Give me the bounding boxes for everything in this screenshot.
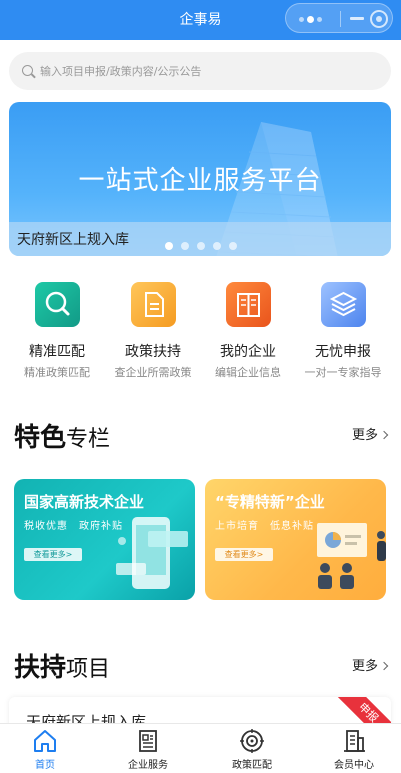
tab-label: 会员中心 xyxy=(334,760,374,771)
featured-more-link[interactable]: 更多 xyxy=(351,424,389,443)
bottom-tab-bar: 首页 企业服务 政策匹配 会员中心 xyxy=(0,723,401,773)
feature-card-specialized[interactable]: “专精特新”企业 上市培育 低息补贴 查看更多> xyxy=(205,479,386,600)
banner-headline: 一站式企业服务平台 xyxy=(78,166,322,196)
tab-label: 企业服务 xyxy=(128,760,168,771)
close-circle-icon[interactable] xyxy=(370,10,388,28)
projects-section-title: 扶持项目 xyxy=(14,647,110,684)
newspaper-icon xyxy=(135,728,161,754)
quick-menu-label: 政策扶持 xyxy=(125,344,181,360)
chevron-right-icon xyxy=(379,430,389,440)
featured-title-rest: 专栏 xyxy=(66,427,111,452)
featured-section-title: 特色专栏 xyxy=(14,417,110,454)
chevron-right-icon xyxy=(379,661,389,671)
feature-card-title: “专精特新”企业 xyxy=(215,493,325,511)
feature-card-title: 国家高新技术企业 xyxy=(24,493,145,511)
search-bar[interactable] xyxy=(9,52,391,90)
minimize-icon[interactable] xyxy=(350,17,364,20)
search-icon xyxy=(22,65,33,76)
tab-enterprise-service[interactable]: 企业服务 xyxy=(98,728,198,771)
quick-menu-sublabel: 查企业所需政策 xyxy=(114,366,192,379)
tab-home[interactable]: 首页 xyxy=(0,728,95,771)
carousel-dot[interactable] xyxy=(165,242,173,250)
projects-title-bold: 扶持 xyxy=(14,653,67,683)
tab-label: 政策匹配 xyxy=(232,760,272,771)
quick-menu-label: 无忧申报 xyxy=(315,344,371,360)
carousel-indicator xyxy=(165,235,245,250)
quick-menu-sublabel: 一对一专家指导 xyxy=(304,366,382,379)
more-label: 更多 xyxy=(351,659,378,674)
search-icon xyxy=(34,282,80,327)
feature-card-subtitle: 上市培育 低息补贴 xyxy=(215,521,314,532)
quick-menu-label: 精准匹配 xyxy=(29,344,85,360)
quick-menu-sublabel: 精准政策匹配 xyxy=(24,366,90,379)
quick-menu-label: 我的企业 xyxy=(220,344,276,360)
mini-program-capsule xyxy=(285,3,393,33)
quick-menu-precise-match[interactable]: 精准匹配 精准政策匹配 xyxy=(7,282,107,380)
tab-policy-match[interactable]: 政策匹配 xyxy=(202,728,302,771)
carousel-dot[interactable] xyxy=(213,242,221,250)
feature-card-subtitle: 税收优惠 政府补贴 xyxy=(24,521,123,532)
building-icon xyxy=(341,728,367,754)
more-dots-icon[interactable] xyxy=(295,11,331,27)
app-page: 企事易 一站式企业服务平台 天府新区上规入库 xyxy=(0,0,401,773)
view-more-button[interactable]: 查看更多> xyxy=(215,548,273,561)
document-icon xyxy=(130,282,176,327)
banner-caption: 天府新区上规入库 xyxy=(17,232,129,248)
quick-menu-my-company[interactable]: 我的企业 编辑企业信息 xyxy=(198,282,298,380)
tab-label: 首页 xyxy=(35,760,55,771)
quick-menu-sublabel: 编辑企业信息 xyxy=(215,366,281,379)
feature-card-high-tech[interactable]: 国家高新技术企业 税收优惠 政府补贴 查看更多> xyxy=(14,479,195,600)
book-icon xyxy=(225,282,271,327)
view-more-button[interactable]: 查看更多> xyxy=(24,548,82,561)
nav-bar: 企事易 xyxy=(0,0,401,40)
capsule-divider xyxy=(340,11,341,27)
featured-title-bold: 特色 xyxy=(14,423,67,453)
quick-menu-easy-apply[interactable]: 无忧申报 一对一专家指导 xyxy=(293,282,393,380)
carousel-dot[interactable] xyxy=(229,242,237,250)
projects-more-link[interactable]: 更多 xyxy=(351,655,389,674)
search-input[interactable] xyxy=(40,52,380,90)
target-icon xyxy=(239,728,265,754)
projects-title-rest: 项目 xyxy=(66,657,111,682)
banner-caption-bar: 天府新区上规入库 xyxy=(9,222,391,256)
carousel-dot[interactable] xyxy=(197,242,205,250)
quick-menu-policy-support[interactable]: 政策扶持 查企业所需政策 xyxy=(103,282,203,380)
tab-member-center[interactable]: 会员中心 xyxy=(304,728,401,771)
more-label: 更多 xyxy=(351,428,378,443)
banner-carousel[interactable]: 一站式企业服务平台 天府新区上规入库 xyxy=(9,102,391,256)
layers-icon xyxy=(320,282,366,327)
carousel-dot[interactable] xyxy=(181,242,189,250)
home-icon xyxy=(32,728,58,754)
